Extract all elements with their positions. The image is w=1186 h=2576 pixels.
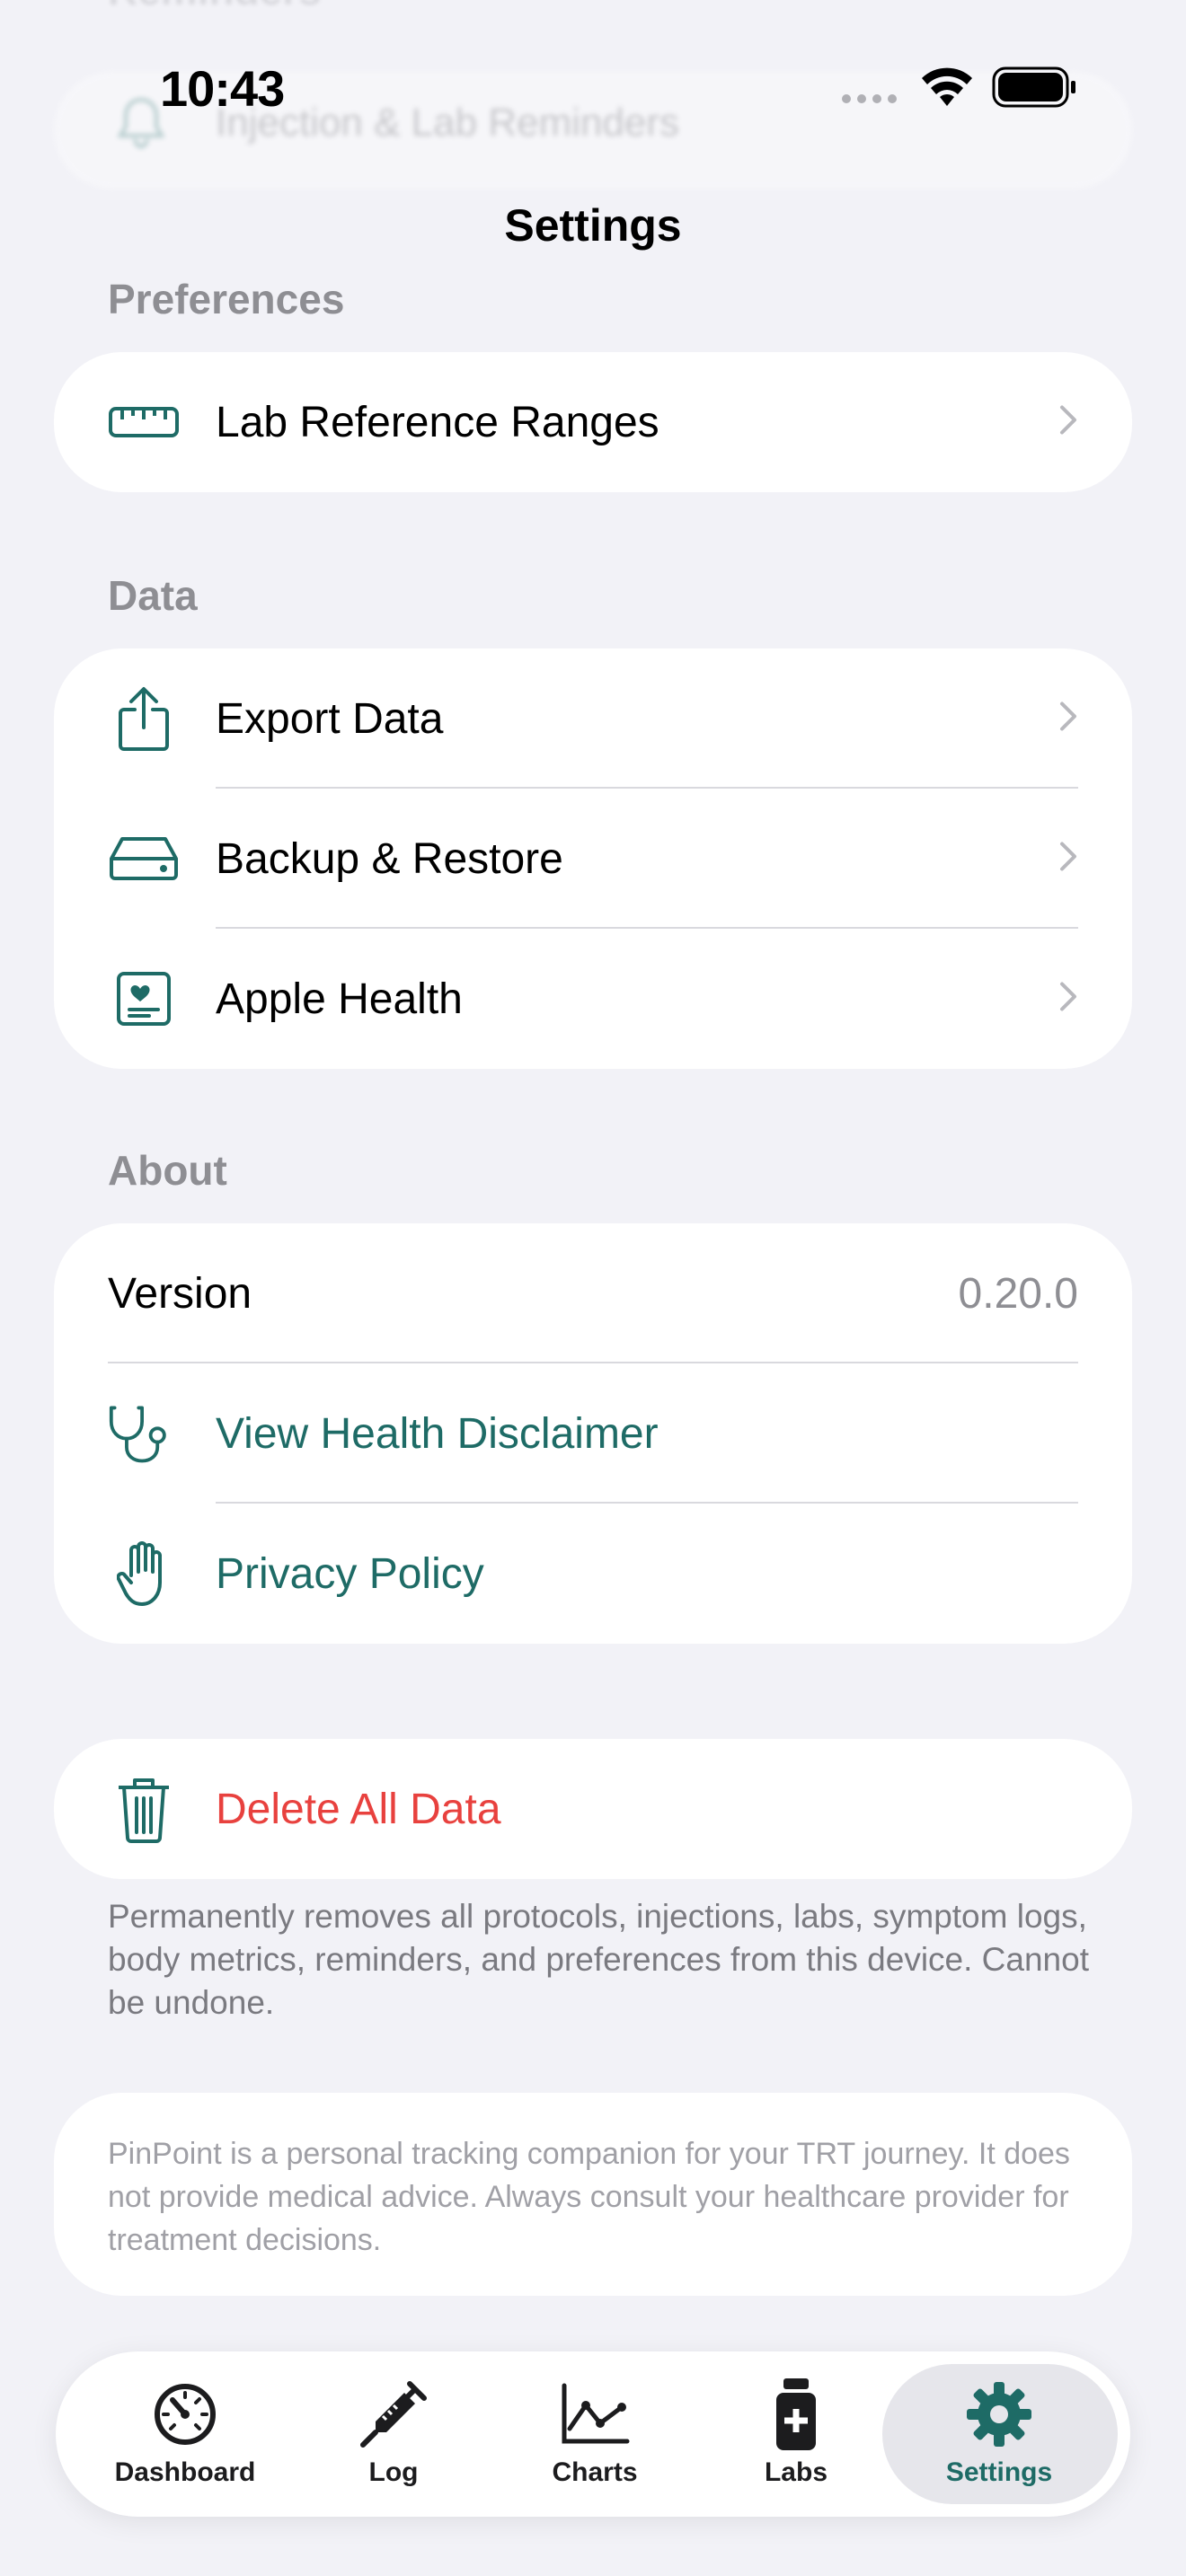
disclaimer-text: PinPoint is a personal tracking companio…: [108, 2137, 1070, 2257]
row-label: View Health Disclaimer: [216, 1409, 659, 1458]
delete-footnote: Permanently removes all protocols, injec…: [108, 1898, 1089, 2021]
ruler-icon: [108, 386, 180, 458]
tab-log[interactable]: Log: [295, 2351, 492, 2517]
battery-icon: [992, 66, 1078, 112]
privacy-policy-row[interactable]: Privacy Policy: [54, 1504, 1132, 1644]
lab-reference-ranges-row[interactable]: Lab Reference Ranges: [54, 352, 1132, 492]
row-label: Lab Reference Ranges: [216, 398, 659, 446]
gauge-icon: [153, 2378, 217, 2450]
view-health-disclaimer-row[interactable]: View Health Disclaimer: [54, 1363, 1132, 1504]
tab-label: Labs: [764, 2457, 828, 2487]
tab-label: Charts: [552, 2457, 638, 2487]
row-label: Apple Health: [216, 975, 463, 1023]
tab-charts[interactable]: Charts: [496, 2351, 694, 2517]
tab-label: Settings: [945, 2457, 1053, 2487]
status-time: 10:43: [160, 60, 285, 117]
row-label: Delete All Data: [216, 1785, 501, 1833]
hand-icon: [108, 1538, 180, 1610]
chevron-right-icon: [1058, 981, 1078, 1018]
tab-label: Dashboard: [114, 2457, 256, 2487]
version-label: Version: [108, 1269, 252, 1318]
row-label: Export Data: [216, 694, 444, 743]
drive-icon: [108, 823, 180, 895]
version-row: Version 0.20.0: [54, 1223, 1132, 1363]
apple-health-row[interactable]: Apple Health: [54, 929, 1132, 1069]
vial-icon: [773, 2378, 819, 2450]
line-chart-icon: [559, 2378, 631, 2450]
chevron-right-icon: [1058, 404, 1078, 441]
chevron-right-icon: [1058, 841, 1078, 878]
row-label: Privacy Policy: [216, 1549, 484, 1598]
about-card: Version 0.20.0 View Health Disclaimer Pr…: [54, 1223, 1132, 1644]
backup-restore-row[interactable]: Backup & Restore: [54, 789, 1132, 929]
row-label: Backup & Restore: [216, 834, 563, 883]
status-bar: 10:43: [0, 0, 1186, 171]
version-value: 0.20.0: [958, 1269, 1078, 1318]
section-header-data: Data: [108, 572, 198, 619]
preferences-card: Lab Reference Ranges: [54, 352, 1132, 492]
delete-card: Delete All Data: [54, 1739, 1132, 1879]
delete-all-data-button[interactable]: Delete All Data: [54, 1739, 1132, 1879]
stethoscope-icon: [108, 1398, 180, 1469]
tab-labs[interactable]: Labs: [697, 2351, 895, 2517]
tab-settings[interactable]: Settings: [900, 2351, 1098, 2517]
wifi-icon: [920, 66, 974, 112]
tab-bar: Dashboard Log Charts Labs Settings: [56, 2351, 1130, 2517]
section-header-about: About: [108, 1147, 227, 1194]
gear-icon: [965, 2378, 1033, 2450]
tab-dashboard[interactable]: Dashboard: [86, 2351, 284, 2517]
share-icon: [108, 683, 180, 754]
syringe-icon: [358, 2378, 429, 2450]
health-card-icon: [108, 963, 180, 1035]
tab-label: Log: [368, 2457, 419, 2487]
section-header-preferences: Preferences: [108, 276, 345, 322]
data-card: Export Data Backup & Restore Apple Healt…: [54, 648, 1132, 1069]
trash-icon: [108, 1773, 180, 1845]
page-title: Settings: [504, 200, 682, 251]
cellular-icon: [839, 92, 902, 110]
export-data-row[interactable]: Export Data: [54, 648, 1132, 789]
chevron-right-icon: [1058, 701, 1078, 737]
